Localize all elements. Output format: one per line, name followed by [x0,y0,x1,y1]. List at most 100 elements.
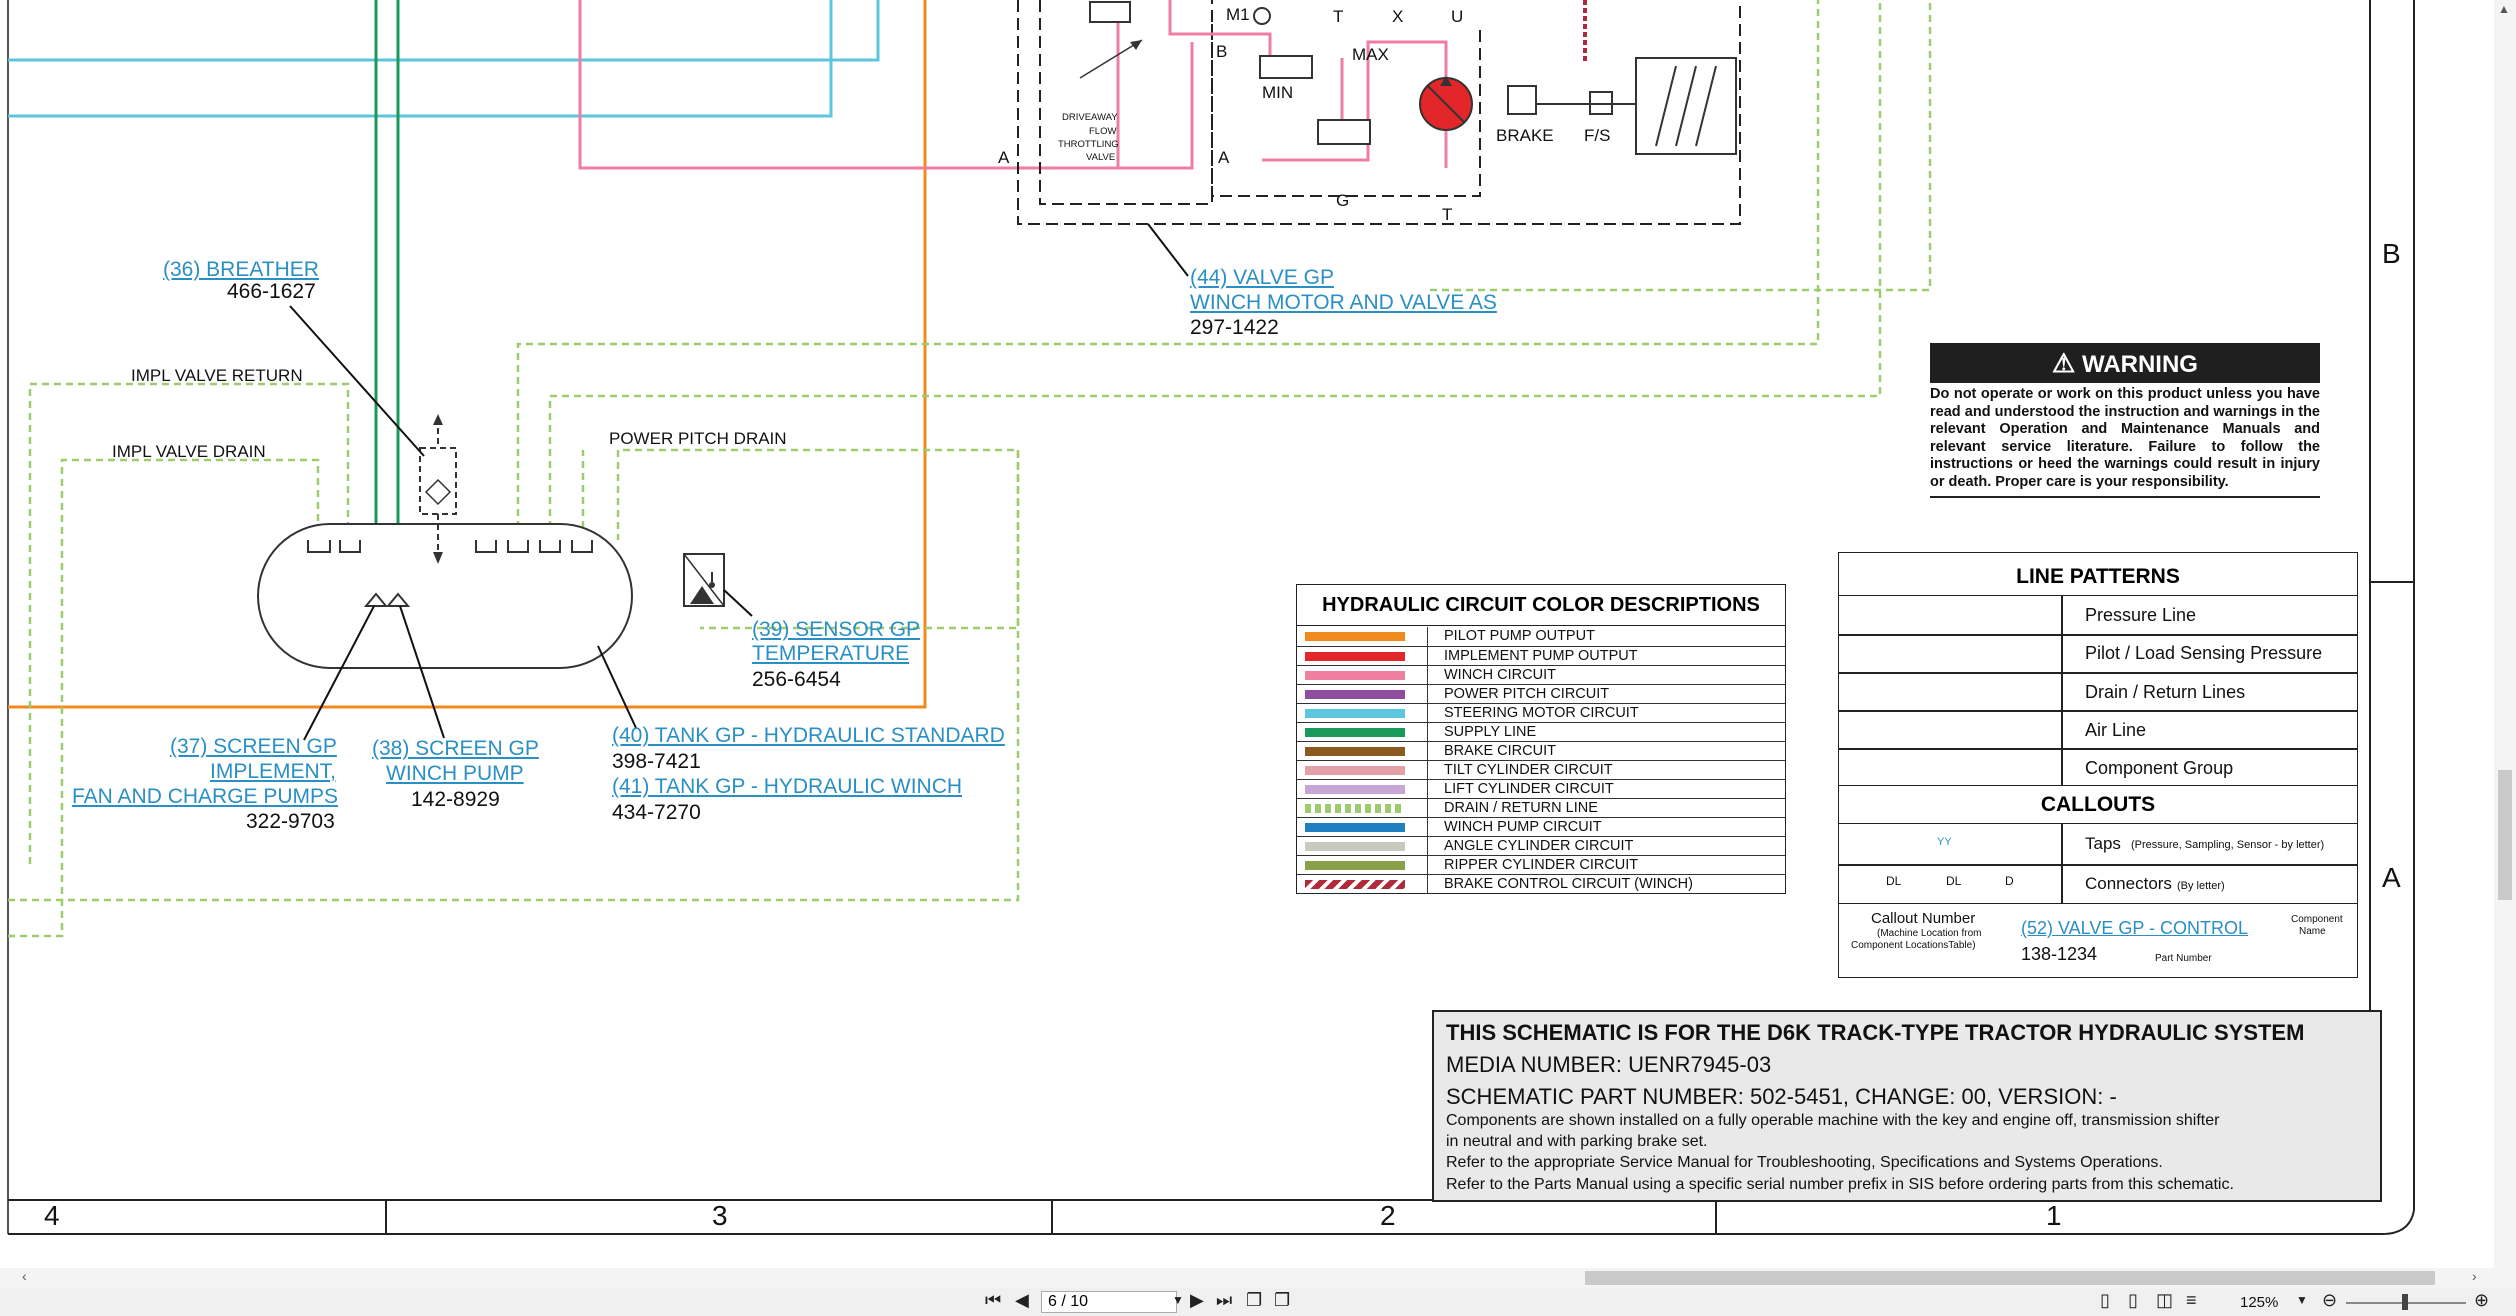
legend-swatch [1305,709,1405,718]
color-legend-title: HYDRAULIC CIRCUIT COLOR DESCRIPTIONS [1297,585,1785,626]
title-line-4: Components are shown installed on a full… [1446,1112,2220,1129]
legend-label: BRAKE CONTROL CIRCUIT (WINCH) [1444,876,1693,892]
tank-standard-part-number: 398-7421 [612,750,701,773]
scroll-left-icon[interactable]: ‹ [22,1268,27,1284]
brake-label: BRAKE [1496,126,1554,145]
tap-symbol-text: YY [1937,836,1952,848]
sensor-temp-callout-link-2[interactable]: TEMPERATURE [752,642,909,666]
legend-row: DRAIN / RETURN LINE [1297,798,1785,818]
legend-divider [1427,818,1428,837]
last-page-icon[interactable]: ⏭ [1216,1290,1232,1311]
vertical-scroll-thumb[interactable] [2498,770,2512,900]
tank-standard-callout-link[interactable]: (40) TANK GP - HYDRAULIC STANDARD [612,724,1005,748]
chevron-down-icon[interactable]: ▼ [1172,1293,1184,1307]
legend-swatch [1305,652,1405,661]
legend-divider [1427,780,1428,799]
title-line-7: Refer to the Parts Manual using a specif… [1446,1176,2234,1193]
title-line-3: SCHEMATIC PART NUMBER: 502-5451, CHANGE:… [1446,1084,2117,1109]
zoom-dropdown-icon[interactable]: ▼ [2296,1293,2308,1307]
warning-underline [1930,496,2320,498]
zoom-out-icon[interactable]: ⊖ [2322,1290,2337,1311]
row-divider [1839,672,2357,674]
next-page-icon[interactable]: ▶ [1190,1290,1204,1311]
legend-swatch [1305,747,1405,756]
legend-divider [1427,647,1428,666]
legend-label: POWER PITCH CIRCUIT [1444,686,1610,702]
pattern-drain-return: Drain / Return Lines [2085,682,2246,702]
copy-page-icon[interactable]: ❐ [1246,1290,1262,1311]
taps-label: Taps [2085,834,2121,853]
screen-winch-callout-link-2[interactable]: WINCH PUMP [386,762,524,786]
screen-implement-callout-link-3[interactable]: FAN AND CHARGE PUMPS [72,785,338,809]
screen-implement-callout-link-2[interactable]: IMPLEMENT, [210,760,336,784]
zone-col-4: 4 [44,1200,60,1231]
driveaway-label-1: DRIVEAWAY [1062,112,1118,123]
title-block: THIS SCHEMATIC IS FOR THE D6K TRACK-TYPE… [1432,1010,2382,1202]
line-pattern-rows: Pressure Line Pilot / Load Sensing Press… [1839,595,2357,786]
legend-label: STEERING MOTOR CIRCUIT [1444,705,1639,721]
zone-col-3: 3 [712,1200,728,1231]
example-part-number: Part Number [2155,953,2212,964]
example-part: 138-1234 [2021,944,2098,964]
screen-winch-part-number: 142-8929 [411,788,500,811]
zoom-in-icon[interactable]: ⊕ [2474,1290,2489,1311]
winch-valve-callout-link-2[interactable]: WINCH MOTOR AND VALVE AS [1190,291,1497,315]
legend-divider [1427,799,1428,818]
callouts-title: CALLOUTS [1839,785,2357,824]
sensor-temp-callout-link[interactable]: (39) SENSOR GP [752,618,920,642]
port-t-label: T [1333,7,1344,26]
breather-part-number: 466-1627 [227,280,316,303]
zoom-slider-handle[interactable] [2402,1294,2408,1310]
page-number-input[interactable] [1041,1291,1177,1313]
legend-label: TILT CYLINDER CIRCUIT [1444,762,1613,778]
legend-row: POWER PITCH CIRCUIT [1297,684,1785,704]
driveaway-label-4: VALVE [1086,152,1116,163]
legend-label: SUPPLY LINE [1444,724,1537,740]
legend-row: RIPPER CYLINDER CIRCUIT [1297,855,1785,875]
copy-page-2-icon[interactable]: ❐ [1274,1290,1290,1311]
horizontal-scroll-thumb[interactable] [1585,1271,2435,1285]
example-component-name-1: Component [2291,914,2343,925]
connector-symbol-3: D [2005,874,2014,888]
port-a-right-label: A [1218,148,1230,167]
legend-divider [1427,704,1428,723]
legend-swatch [1305,861,1405,870]
row-divider [1839,748,2357,750]
tank-winch-part-number: 434-7270 [612,801,701,824]
breather-callout-link[interactable]: (36) BREATHER [163,258,319,282]
single-page-view-icon[interactable]: ▯ [2100,1290,2110,1311]
legend-swatch [1305,690,1405,699]
pattern-component-group: Component Group [2085,758,2234,778]
zone-col-2: 2 [1380,1200,1396,1231]
tank-winch-callout-link[interactable]: (41) TANK GP - HYDRAULIC WINCH [612,775,962,799]
screen-winch-callout-link[interactable]: (38) SCREEN GP [372,737,539,761]
screen-implement-callout-link[interactable]: (37) SCREEN GP [170,735,337,759]
prev-page-icon[interactable]: ◀ [1015,1290,1029,1311]
scroll-view-icon[interactable]: ≡ [2186,1290,2197,1311]
scroll-up-icon[interactable]: ▲ [2498,2,2510,16]
legend-divider [1427,666,1428,685]
connectors-label: Connectors [2085,874,2172,893]
legend-divider [1427,627,1428,646]
pattern-pressure-line: Pressure Line [2085,605,2197,625]
example-location-note-2: Component LocationsTable) [1851,940,1976,951]
legend-divider [1427,761,1428,780]
first-page-icon[interactable]: ⏮ [985,1290,1001,1311]
vertical-scrollbar[interactable] [2494,0,2516,1268]
legend-divider [1427,742,1428,761]
fs-label: F/S [1584,126,1611,145]
callout-rows: YY Taps (Pressure, Sampling, Sensor - by… [1839,823,2357,904]
continuous-view-icon[interactable]: ▯ [2128,1290,2138,1311]
max-label: MAX [1352,45,1389,64]
legend-row: PILOT PUMP OUTPUT [1297,627,1785,646]
winch-valve-callout-link[interactable]: (44) VALVE GP [1190,266,1334,290]
legend-row: BRAKE CONTROL CIRCUIT (WINCH) [1297,874,1785,894]
two-page-view-icon[interactable]: ◫ [2156,1290,2173,1311]
legend-label: PILOT PUMP OUTPUT [1444,628,1595,644]
port-b-label: B [1216,42,1228,61]
port-u-label: U [1451,7,1464,26]
legend-label: IMPLEMENT PUMP OUTPUT [1444,648,1638,664]
scroll-right-icon[interactable]: › [2472,1268,2477,1284]
legend-row: TILT CYLINDER CIRCUIT [1297,760,1785,780]
legend-label: ANGLE CYLINDER CIRCUIT [1444,838,1634,854]
